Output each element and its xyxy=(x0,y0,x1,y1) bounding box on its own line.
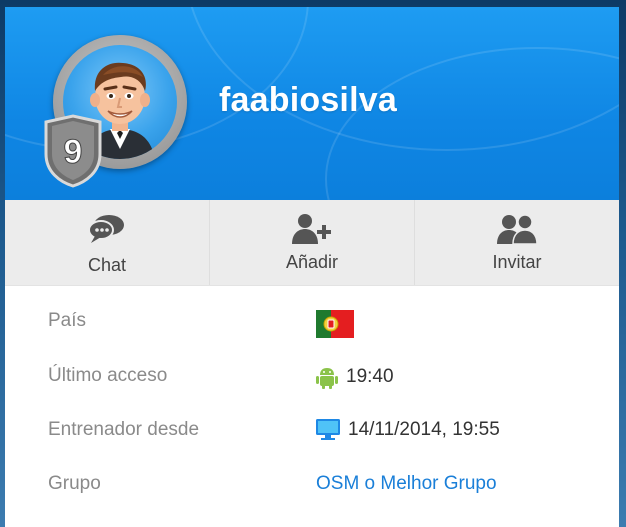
last-access-value: 19:40 xyxy=(316,365,394,389)
portugal-flag-icon xyxy=(316,310,354,338)
trainer-since-value: 14/11/2014, 19:55 xyxy=(316,419,500,441)
profile-actions: Chat Añadir Invitar xyxy=(5,200,619,286)
android-icon xyxy=(316,368,338,389)
last-access-time: 19:40 xyxy=(346,366,394,387)
level-number: 9 xyxy=(64,133,83,171)
group-link[interactable]: OSM o Melhor Grupo xyxy=(316,473,497,495)
profile-card: 9 faabiosilva Chat Añadir Invitar País Ú… xyxy=(5,7,619,527)
profile-header: 9 faabiosilva xyxy=(5,7,619,200)
shield-icon: 9 xyxy=(44,114,102,188)
add-friend-button-label: Añadir xyxy=(285,252,339,272)
last-access-label: Último acceso xyxy=(48,365,168,386)
group-value: OSM o Melhor Grupo xyxy=(316,473,497,495)
group-label: Grupo xyxy=(48,473,101,494)
invite-button[interactable]: Invitar xyxy=(415,200,619,285)
country-value xyxy=(316,310,354,338)
add-user-icon xyxy=(290,212,334,246)
info-row-trainer-since: Entrenador desde 14/11/2014, 19:55 xyxy=(5,404,619,458)
chat-icon xyxy=(87,212,127,246)
trainer-since-label: Entrenador desde xyxy=(48,419,200,440)
chat-button-label: Chat xyxy=(87,255,127,275)
info-row-country: País xyxy=(5,295,619,349)
country-label: País xyxy=(48,310,87,331)
chat-button[interactable]: Chat xyxy=(5,200,210,285)
invite-icon xyxy=(495,212,539,246)
trainer-since-date: 14/11/2014, 19:55 xyxy=(348,419,500,440)
invite-button-label: Invitar xyxy=(492,252,542,272)
info-row-group: Grupo OSM o Melhor Grupo xyxy=(5,458,619,512)
desktop-icon xyxy=(316,419,340,440)
username: faabiosilva xyxy=(219,81,397,119)
level-badge: 9 xyxy=(40,114,106,188)
info-row-last-access: Último acceso 19:40 xyxy=(5,350,619,404)
add-friend-button[interactable]: Añadir xyxy=(210,200,415,285)
